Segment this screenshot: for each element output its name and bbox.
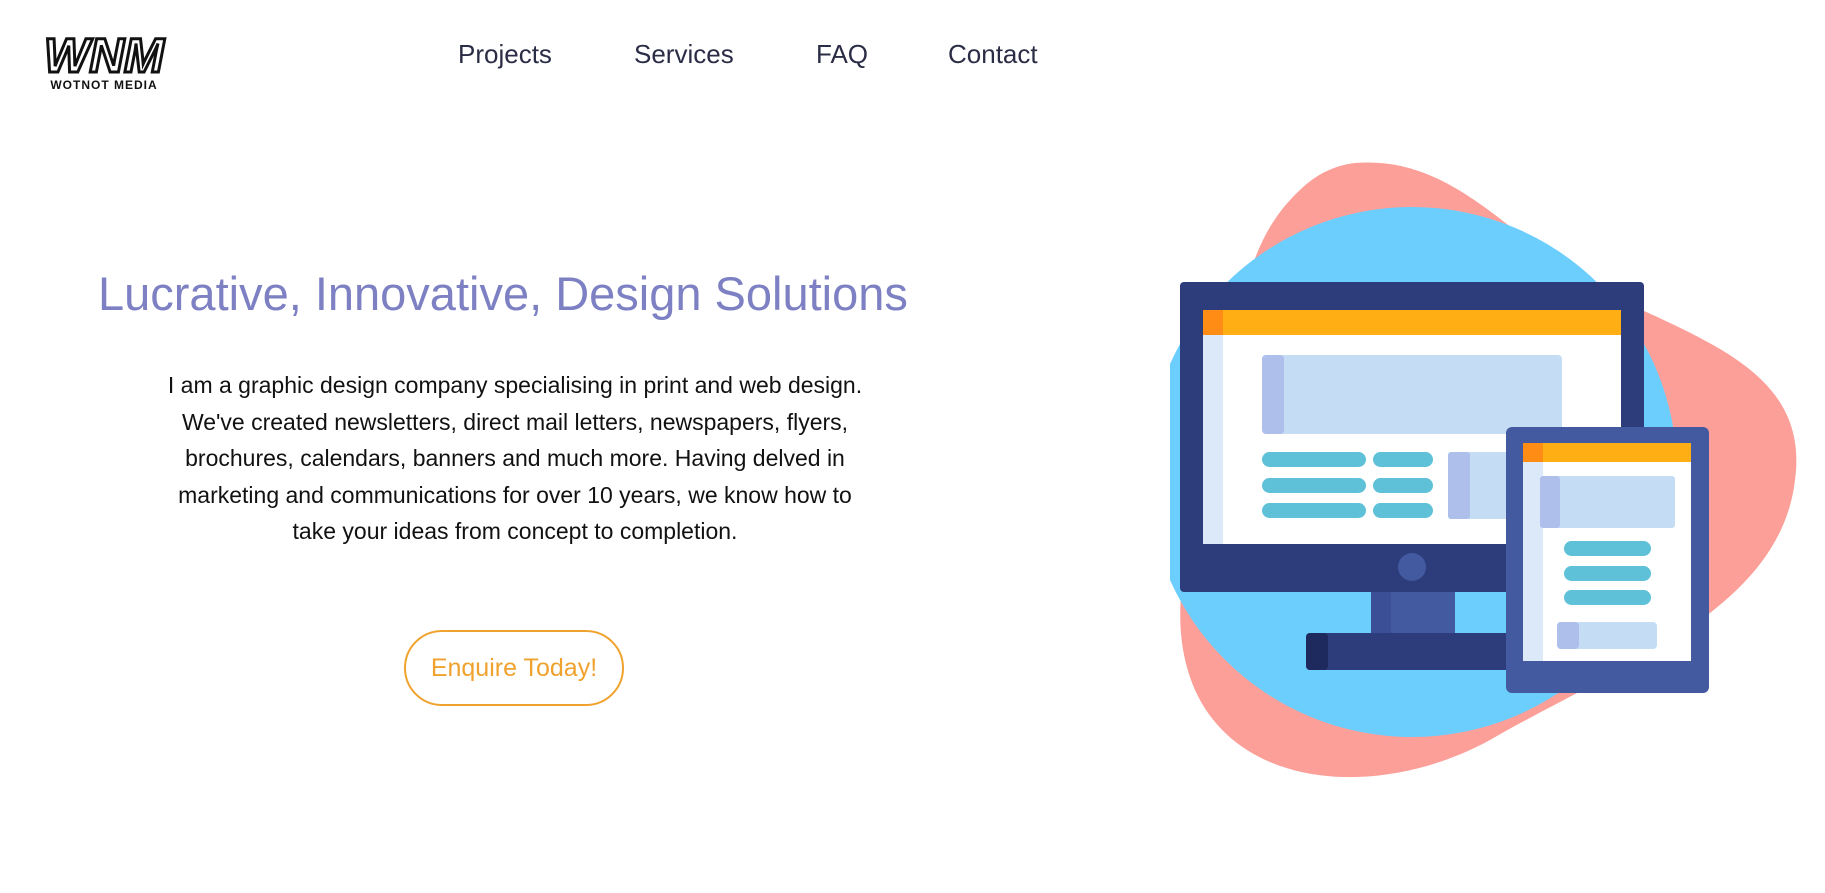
logo-subtitle: WOTNOT MEDIA	[50, 78, 157, 92]
nav-services[interactable]: Services	[634, 36, 734, 72]
tablet-content-block-shade	[1540, 476, 1560, 528]
tablet-content-block	[1540, 476, 1675, 528]
nav-faq[interactable]: FAQ	[816, 36, 868, 72]
hero-title: Lucrative, Innovative, Design Solutions	[98, 267, 908, 320]
monitor-text-line	[1373, 452, 1433, 467]
monitor-stand-base	[1306, 633, 1520, 670]
tablet-button-block-shade	[1557, 622, 1579, 649]
monitor-power-button	[1398, 553, 1426, 581]
monitor-text-line	[1262, 452, 1366, 467]
tablet-text-line	[1564, 590, 1651, 605]
monitor-stand-neck-shade	[1371, 590, 1391, 634]
enquire-button[interactable]: Enquire Today!	[404, 630, 624, 706]
tablet-screen-sidebar	[1523, 443, 1543, 661]
monitor-content-block	[1262, 355, 1562, 434]
monitor-header-accent	[1203, 310, 1223, 335]
monitor-screen-sidebar	[1203, 310, 1223, 544]
monitor-side-card-shade	[1448, 452, 1470, 519]
logo-mark: WNM	[44, 34, 165, 83]
desktop-and-tablet-illustration	[1170, 162, 1797, 778]
monitor-stand-base-shade	[1306, 633, 1328, 670]
monitor-header-bar	[1203, 310, 1621, 335]
nav-contact[interactable]: Contact	[948, 36, 1038, 72]
tablet-text-line	[1564, 541, 1651, 556]
monitor-text-line	[1373, 503, 1433, 518]
monitor-text-line	[1373, 478, 1433, 493]
logo[interactable]: WNM WOTNOT MEDIA	[28, 34, 180, 92]
tablet-text-line	[1564, 566, 1651, 581]
page: WNM WOTNOT MEDIA Projects Services FAQ C…	[0, 0, 1825, 893]
tablet-header-bar	[1523, 443, 1691, 462]
monitor-content-block-shade	[1262, 355, 1284, 434]
hero-description: I am a graphic design company specialisi…	[167, 372, 863, 544]
tablet-header-accent	[1523, 443, 1543, 462]
nav-projects[interactable]: Projects	[458, 36, 552, 72]
monitor-text-line	[1262, 503, 1366, 518]
monitor-text-line	[1262, 478, 1366, 493]
